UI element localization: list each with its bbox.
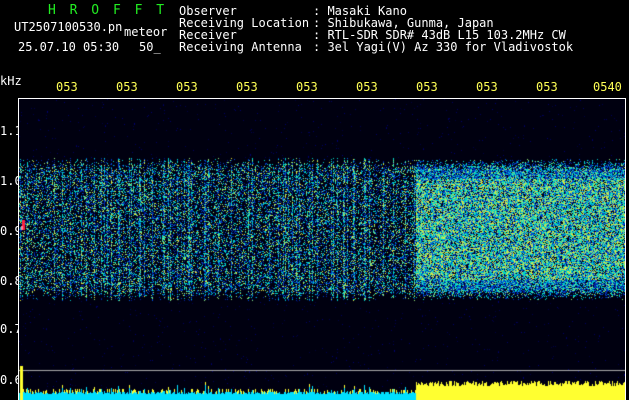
spectrogram (18, 98, 626, 400)
interval-label: 50_ (139, 40, 161, 54)
time-label: 053 (176, 80, 198, 94)
datetime-label: 25.07.10 05:30 (18, 40, 120, 54)
mode-label: meteor (124, 25, 168, 39)
time-label: 053 (536, 80, 558, 94)
antenna-label: Receiving Antenna (179, 40, 302, 54)
time-label: 053 (296, 80, 318, 94)
plot-frame-right (625, 98, 626, 400)
plot-frame-left (18, 98, 19, 400)
antenna-value: : 3el Yagi(V) Az 330 for Vladivostok (313, 40, 574, 54)
time-label: 053 (416, 80, 438, 94)
time-label: 053 (356, 80, 378, 94)
time-label: 0540 (593, 80, 622, 94)
time-label: 053 (116, 80, 138, 94)
time-label: 053 (236, 80, 258, 94)
unit-label: kHz (0, 74, 22, 88)
plot-frame-top (18, 98, 626, 99)
app-title: H R O F F T (48, 3, 168, 18)
time-label: 053 (476, 80, 498, 94)
filename-label: UT2507100530.pn (14, 20, 123, 34)
time-label: 053 (56, 80, 78, 94)
